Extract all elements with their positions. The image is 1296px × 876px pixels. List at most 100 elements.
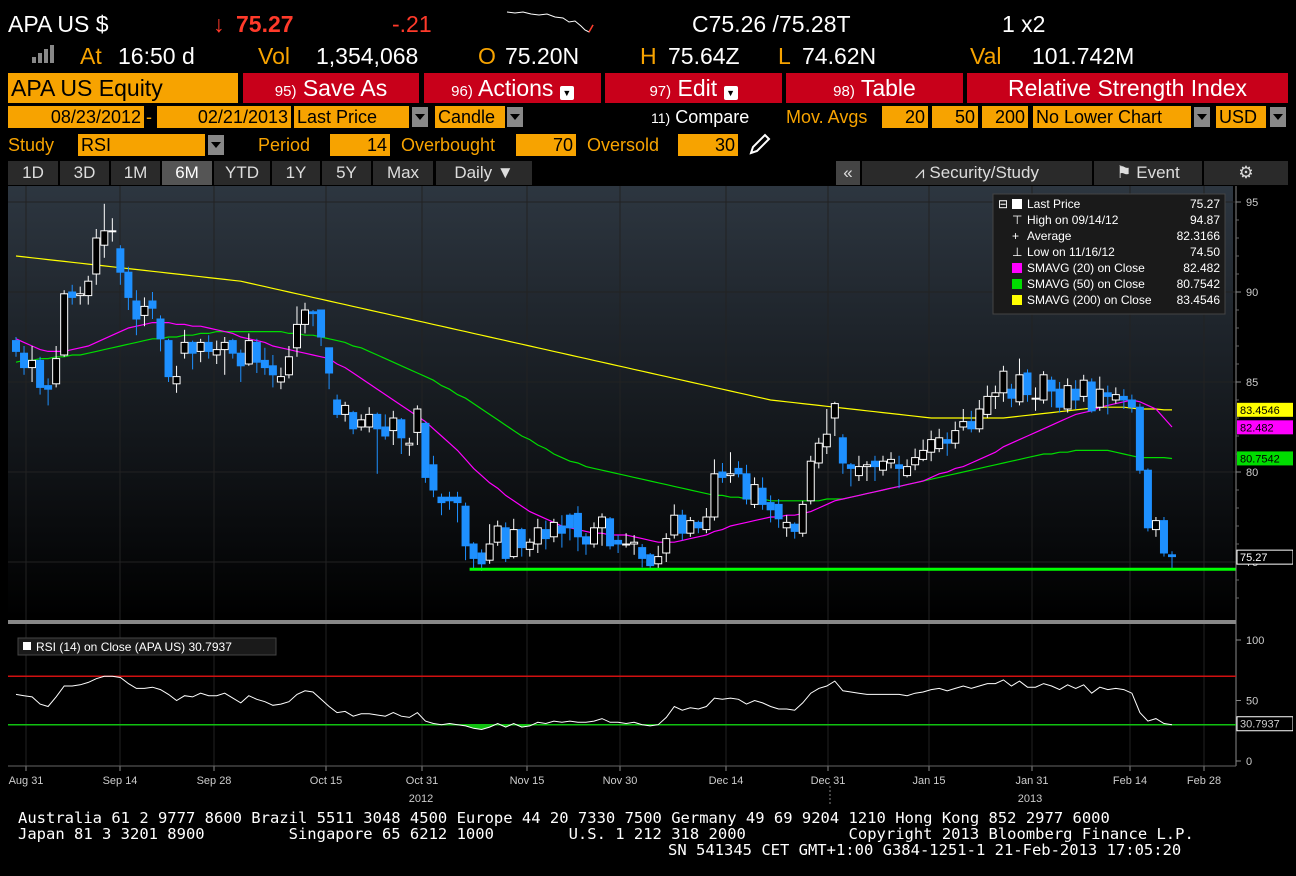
tab-1y[interactable]: 1Y [272,161,320,185]
x-tick-label: Jan 15 [912,775,945,787]
ma2-field[interactable]: 50 [932,106,978,128]
tab-ytd[interactable]: YTD [214,161,270,185]
collapse-icon[interactable]: « [836,161,860,185]
x-tick-label: Feb 28 [1187,775,1221,787]
candle-body [389,417,398,432]
rsi-legend: RSI (14) on Close (APA US) 30.7937 [36,640,232,654]
study-select[interactable]: RSI [78,134,205,156]
legend-swatch [1012,199,1022,209]
tab-event[interactable]: ⚑ Event [1094,161,1202,185]
end-date-field[interactable]: 02/21/2013 [157,106,291,128]
low-price: 74.62N [802,43,877,69]
overbought-label: Overbought [401,135,496,155]
candle-body [164,340,173,378]
candle-body [252,341,261,363]
tab-1m[interactable]: 1M [111,161,160,185]
candle-body [734,467,743,475]
candle-body [726,473,735,477]
candle-body [445,496,454,502]
chevron-down-icon[interactable] [1270,107,1286,127]
candle-body [44,385,53,390]
candle-body [702,516,711,531]
candle-body [646,554,655,567]
candle-body [830,403,839,419]
candle-body [1135,406,1144,471]
price-tags: 83.4546 82.482 80.7542 75.27 [1236,402,1293,565]
bid-ask: C75.26 /75.28T [692,11,851,37]
candle-body [60,293,69,356]
tab-security-study[interactable]: ⩘ Security/Study [862,161,1092,185]
oversold-label: Oversold [587,135,660,155]
pencil-icon[interactable] [747,131,773,157]
start-date-field[interactable]: 08/23/2012 [8,106,144,128]
gear-icon[interactable]: ⚙ [1204,161,1288,185]
candle-body [573,512,582,538]
candle-body [1168,554,1176,558]
legend-swatch [1012,295,1022,305]
candle-body [188,341,197,354]
chevron-down-icon[interactable] [507,107,523,127]
footer-line-1: Australia 61 2 9777 8600 Brazil 5511 304… [18,809,1110,827]
oversold-field[interactable]: 30 [678,134,738,156]
x-tick-label: Oct 31 [406,775,438,787]
price-field-select[interactable]: Last Price [294,106,409,128]
chevron-down-icon[interactable] [412,107,428,127]
compare-button[interactable]: 11) Compare [651,106,749,129]
candle-body [525,541,534,550]
candle-body [911,457,920,466]
candle-body [814,442,823,464]
price-chart[interactable]: 9590858075 83.454682.48280.754275.27 Las… [8,186,1293,806]
x-tick-label: Sep 14 [103,775,138,787]
chevron-down-icon[interactable] [1194,107,1210,127]
candle-body [260,359,269,369]
candle-body [983,395,992,415]
candle-body [156,318,165,340]
candle-body [276,376,285,383]
candle-body [870,460,879,468]
candle-body [36,359,45,388]
chart-style-select[interactable]: Candle [435,106,505,128]
save-as-button[interactable]: 95) Save As [243,73,419,103]
candle-body [84,280,93,297]
edit-button[interactable]: 97) Edit ▼ [605,73,782,103]
high-price: 75.64Z [668,43,740,69]
legend-marker: ⊤ [1012,213,1022,227]
candle-body [822,433,831,448]
x-tick-label: Nov 30 [603,775,638,787]
tab-6m[interactable]: 6M [162,161,212,185]
actions-button[interactable]: 96) Actions ▼ [424,73,601,103]
mov-avgs-label: Mov. Avgs [786,107,868,127]
open-price: 75.20N [505,43,580,69]
legend-value: 83.4546 [1177,293,1221,307]
ma3-field[interactable]: 200 [982,106,1028,128]
candle-body [76,293,85,297]
tab-3d[interactable]: 3D [60,161,109,185]
tab-5y[interactable]: 5Y [322,161,371,185]
candle-body [20,352,29,369]
overbought-field[interactable]: 70 [516,134,576,156]
candle-body [172,376,181,385]
bar-chart-icon [32,45,54,67]
candle-body [1071,388,1080,401]
legend-label: Low on 11/16/12 [1027,245,1115,259]
x-tick-label: Nov 15 [510,775,545,787]
frequency-select[interactable]: Daily ▼ [436,161,532,185]
candle-body [485,543,494,561]
period-field[interactable]: 14 [330,134,390,156]
legend: Last Price 75.27 ⊤ High on 09/14/12 94.87 + Av… [992,193,1226,315]
table-button[interactable]: 98) Table [786,73,963,103]
currency-select[interactable]: USD [1216,106,1266,128]
low-label: L [778,43,791,69]
ma1-field[interactable]: 20 [882,106,928,128]
candle-body [509,529,518,558]
candle-body [694,521,703,529]
candle-body [381,426,390,437]
candle-body [919,449,928,460]
security-field[interactable]: APA US Equity [8,73,238,103]
chevron-down-icon[interactable] [208,135,224,155]
rsi-tick-label: 0 [1246,756,1252,768]
tab-1d[interactable]: 1D [8,161,58,185]
tab-max[interactable]: Max [373,161,433,185]
lower-chart-select[interactable]: No Lower Chart [1033,106,1191,128]
y-tick-label: 90 [1246,287,1258,299]
